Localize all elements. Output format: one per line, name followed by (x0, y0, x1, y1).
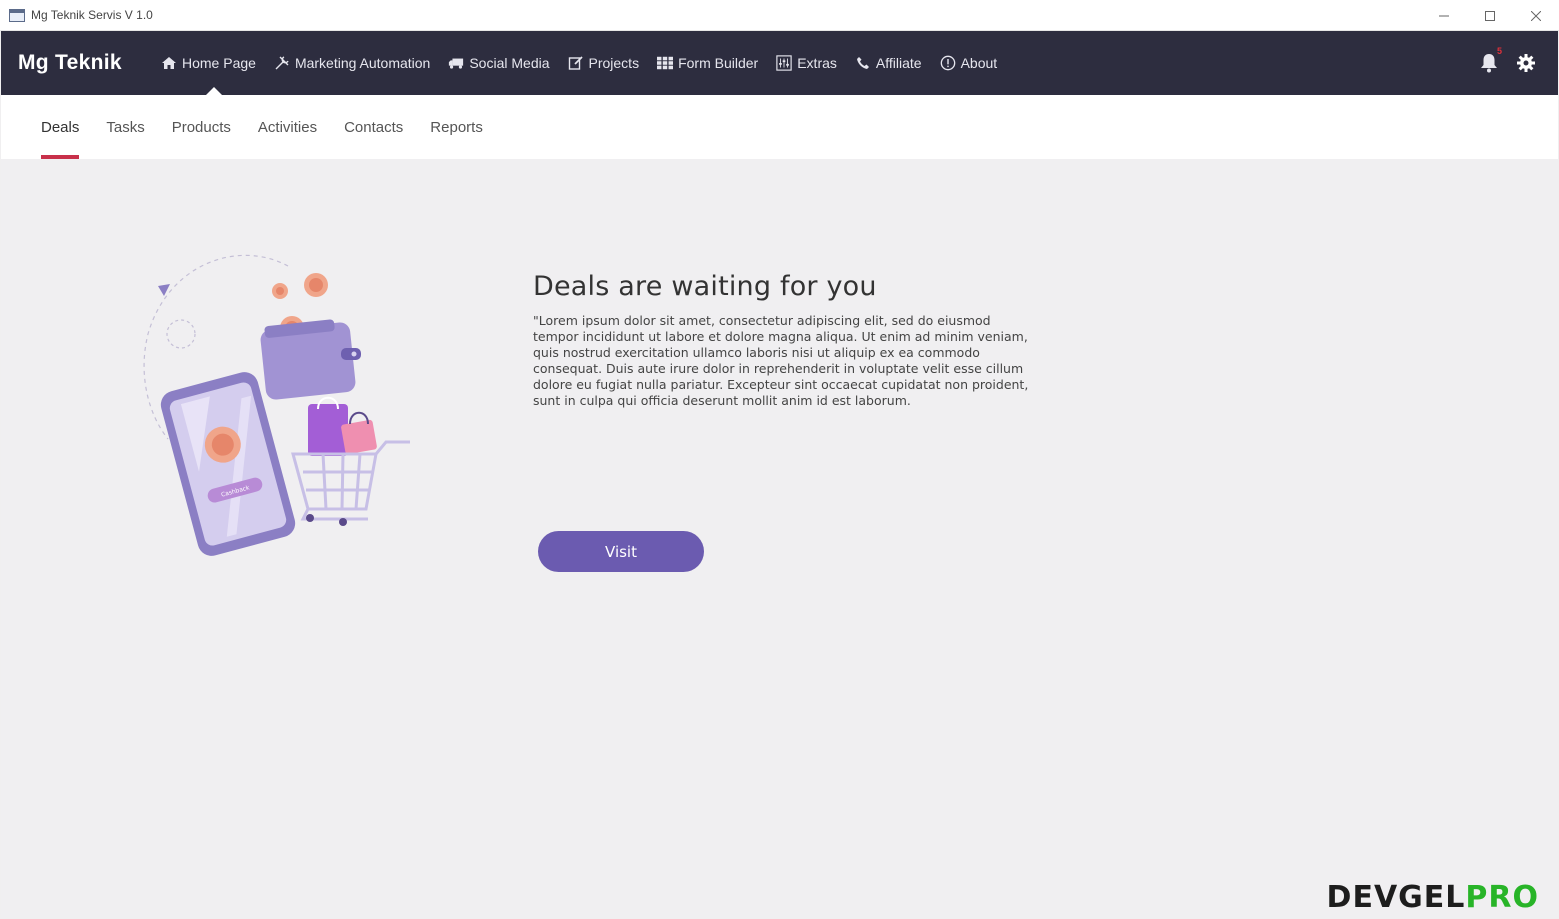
watermark-suffix: PRO (1465, 880, 1539, 915)
bell-icon (1481, 54, 1497, 73)
nav-marketing-automation-label: Marketing Automation (294, 55, 431, 71)
notifications-button[interactable]: 5 (1478, 46, 1502, 74)
nav-about[interactable]: About (940, 31, 998, 95)
notification-badge: 5 (1496, 46, 1502, 56)
nav-projects[interactable]: Projects (568, 31, 640, 95)
app-icon (9, 8, 25, 22)
edit-icon (568, 55, 584, 71)
window-controls (1421, 0, 1559, 31)
nav-projects-label: Projects (588, 55, 640, 71)
settings-button[interactable] (1516, 53, 1536, 73)
tab-contacts[interactable]: Contacts (344, 95, 403, 159)
nav-social-media[interactable]: Social Media (448, 31, 550, 95)
gear-icon (1517, 54, 1535, 72)
nav-home-page[interactable]: Home Page (161, 31, 256, 95)
nav-extras-label: Extras (797, 55, 837, 71)
maximize-button[interactable] (1467, 0, 1513, 31)
page-description: "Lorem ipsum dolor sit amet, consectetur… (533, 313, 1029, 408)
visit-button[interactable]: Visit (538, 531, 704, 572)
page-heading: Deals are waiting for you (533, 271, 877, 302)
tab-products[interactable]: Products (172, 95, 231, 159)
nav-form-builder[interactable]: Form Builder (657, 31, 758, 95)
close-button[interactable] (1513, 0, 1559, 31)
nav-affiliate-label: Affiliate (875, 55, 922, 71)
watermark-prefix: DEVGEL (1326, 880, 1466, 915)
deals-illustration: Cashback (143, 254, 410, 556)
nav-extras[interactable]: Extras (776, 31, 837, 95)
tools-icon (274, 55, 290, 71)
nav-about-label: About (960, 55, 998, 71)
info-icon (940, 55, 956, 71)
window-titlebar: Mg Teknik Servis V 1.0 (0, 0, 1559, 31)
brand-title: Mg Teknik (18, 51, 122, 74)
tab-activities[interactable]: Activities (258, 95, 317, 159)
nav-marketing-automation[interactable]: Marketing Automation (274, 31, 430, 95)
sliders-icon (776, 55, 792, 71)
window-title: Mg Teknik Servis V 1.0 (31, 8, 153, 22)
tab-reports[interactable]: Reports (430, 95, 483, 159)
top-navbar: Mg Teknik Home Page Marketing Automation… (1, 31, 1558, 95)
navbar-actions: 5 (1478, 31, 1536, 95)
nav-social-media-label: Social Media (469, 55, 550, 71)
tab-deals[interactable]: Deals (41, 95, 80, 159)
watermark-logo: DEVGELPRO (1327, 880, 1539, 915)
home-icon (161, 55, 177, 71)
nav-form-builder-label: Form Builder (678, 55, 759, 71)
nav-affiliate[interactable]: Affiliate (855, 31, 922, 95)
minimize-button[interactable] (1421, 0, 1467, 31)
truck-icon (448, 55, 464, 71)
tab-tasks[interactable]: Tasks (106, 95, 144, 159)
nav-home-page-label: Home Page (182, 55, 256, 71)
subtab-bar: Deals Tasks Products Activities Contacts… (1, 95, 1558, 159)
phone-icon (855, 55, 871, 71)
grid-icon (657, 55, 674, 71)
